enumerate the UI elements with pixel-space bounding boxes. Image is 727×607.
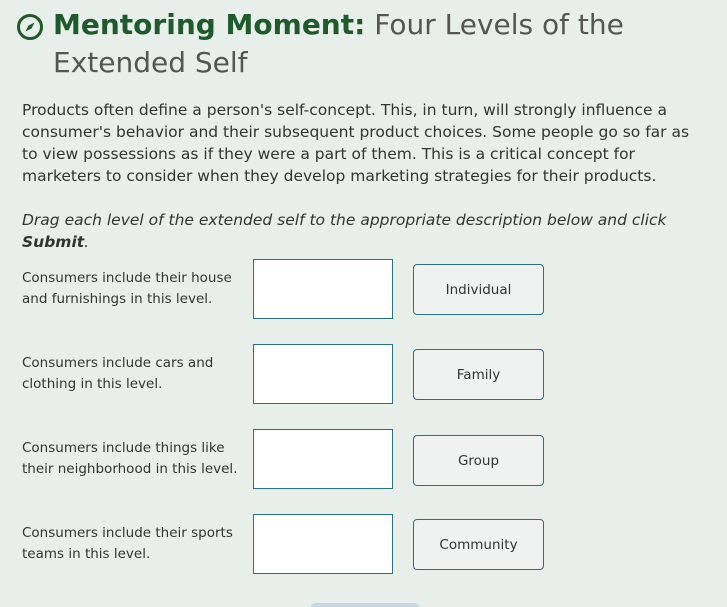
drop-zone-3[interactable] [253,429,393,489]
page-header: Mentoring Moment: Four Levels of the Ext… [17,6,717,82]
drop-zone-1[interactable] [253,259,393,319]
compass-icon [17,14,43,40]
description-2: Consumers include cars and clothing in t… [22,355,214,392]
instruction-after: . [84,233,90,251]
drag-item-group[interactable]: Group [413,435,544,486]
drag-item-individual[interactable]: Individual [413,264,544,315]
title-label: Mentoring Moment: [53,8,366,41]
drag-item-family[interactable]: Family [413,349,544,400]
instruction-text: Drag each level of the extended self to … [22,209,702,253]
drop-zone-2[interactable] [253,344,393,404]
description-1: Consumers include their house and furnis… [22,270,232,307]
description-3: Consumers include things like their neig… [22,440,238,477]
instruction-submit: Submit [22,233,85,251]
drop-zone-4[interactable] [253,514,393,574]
description-4: Consumers include their sports teams in … [22,525,233,562]
submit-button[interactable] [310,603,420,607]
page-title: Mentoring Moment: Four Levels of the Ext… [17,6,717,82]
instruction-before: Drag each level of the extended self to … [22,211,667,229]
activity-page: Mentoring Moment: Four Levels of the Ext… [0,0,727,607]
intro-paragraph: Products often define a person's self-co… [22,101,690,185]
drag-item-community[interactable]: Community [413,519,544,570]
